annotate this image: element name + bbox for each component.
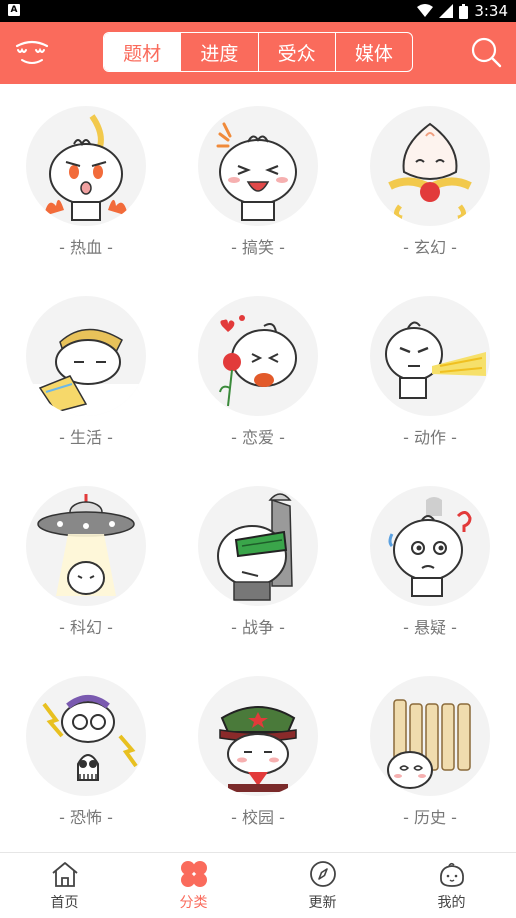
category-label: - 恐怖 - [59, 808, 113, 827]
category-item-hot-blood[interactable]: - 热血 - [0, 84, 172, 274]
category-item-life[interactable]: - 生活 - [0, 274, 172, 464]
action-icon [370, 296, 490, 416]
hot-blood-icon [26, 106, 146, 226]
category-item-fantasy[interactable]: - 玄幻 - [344, 84, 516, 274]
home-icon [51, 862, 78, 887]
category-label: - 搞笑 - [231, 238, 285, 257]
status-time: 3:34 [474, 2, 508, 20]
history-icon [370, 676, 490, 796]
romance-icon [198, 296, 318, 416]
funny-icon [198, 106, 318, 226]
tab-progress[interactable]: 进度 [181, 33, 259, 71]
category-item-campus[interactable]: - 校园 - [172, 654, 344, 844]
category-label: - 恋爱 - [231, 428, 285, 447]
bun-logo-icon[interactable] [14, 36, 50, 70]
header: 题材 进度 受众 媒体 [0, 22, 516, 84]
status-icons: 3:34 [417, 2, 508, 20]
app-badge-icon: A [8, 4, 20, 16]
category-item-romance[interactable]: - 恋爱 - [172, 274, 344, 464]
category-item-action[interactable]: - 动作 - [344, 274, 516, 464]
campus-icon [198, 676, 318, 796]
nav-label: 分类 [179, 895, 208, 911]
category-label: - 动作 - [403, 428, 457, 447]
category-type-tabs: 题材 进度 受众 媒体 [103, 32, 413, 72]
horror-icon [26, 676, 146, 796]
category-item-scifi[interactable]: - 科幻 - [0, 464, 172, 654]
status-bar: A 3:34 [0, 0, 516, 22]
life-icon [26, 296, 146, 416]
search-icon[interactable] [470, 36, 502, 68]
category-item-funny[interactable]: - 搞笑 - [172, 84, 344, 274]
category-item-history[interactable]: - 历史 - [344, 654, 516, 844]
signal-icon [439, 4, 454, 18]
nav-category[interactable]: 分类 [129, 853, 258, 918]
nav-label: 我的 [437, 895, 466, 911]
category-label: - 战争 - [231, 618, 285, 637]
nav-update[interactable]: 更新 [258, 853, 387, 918]
category-label: - 历史 - [403, 808, 457, 827]
fantasy-icon [370, 106, 490, 226]
category-label: - 玄幻 - [403, 238, 457, 257]
nav-label: 更新 [308, 895, 337, 911]
nav-label: 首页 [50, 895, 79, 911]
tab-theme[interactable]: 题材 [104, 33, 182, 71]
tab-media[interactable]: 媒体 [336, 33, 412, 71]
nav-home[interactable]: 首页 [0, 853, 129, 918]
category-grid: - 热血 - - 搞笑 - - 玄幻 - - 生活 - - 恋爱 - - 动作 … [0, 84, 516, 852]
compass-icon [309, 861, 336, 887]
mystery-icon [370, 486, 490, 606]
category-icon [180, 861, 207, 887]
wifi-icon [417, 4, 434, 17]
category-label: - 生活 - [59, 428, 113, 447]
category-item-mystery[interactable]: - 悬疑 - [344, 464, 516, 654]
tab-audience[interactable]: 受众 [259, 33, 336, 71]
category-label: - 悬疑 - [403, 618, 457, 637]
category-item-horror[interactable]: - 恐怖 - [0, 654, 172, 844]
nav-profile[interactable]: 我的 [387, 853, 516, 918]
category-item-war[interactable]: - 战争 - [172, 464, 344, 654]
category-label: - 校园 - [231, 808, 285, 827]
category-label: - 科幻 - [59, 618, 113, 637]
bottom-nav: 首页 分类 更新 我的 [0, 852, 516, 918]
war-icon [198, 486, 318, 606]
battery-icon [459, 3, 469, 19]
category-label: - 热血 - [59, 238, 113, 257]
scifi-icon [26, 486, 146, 606]
profile-icon [439, 862, 464, 887]
